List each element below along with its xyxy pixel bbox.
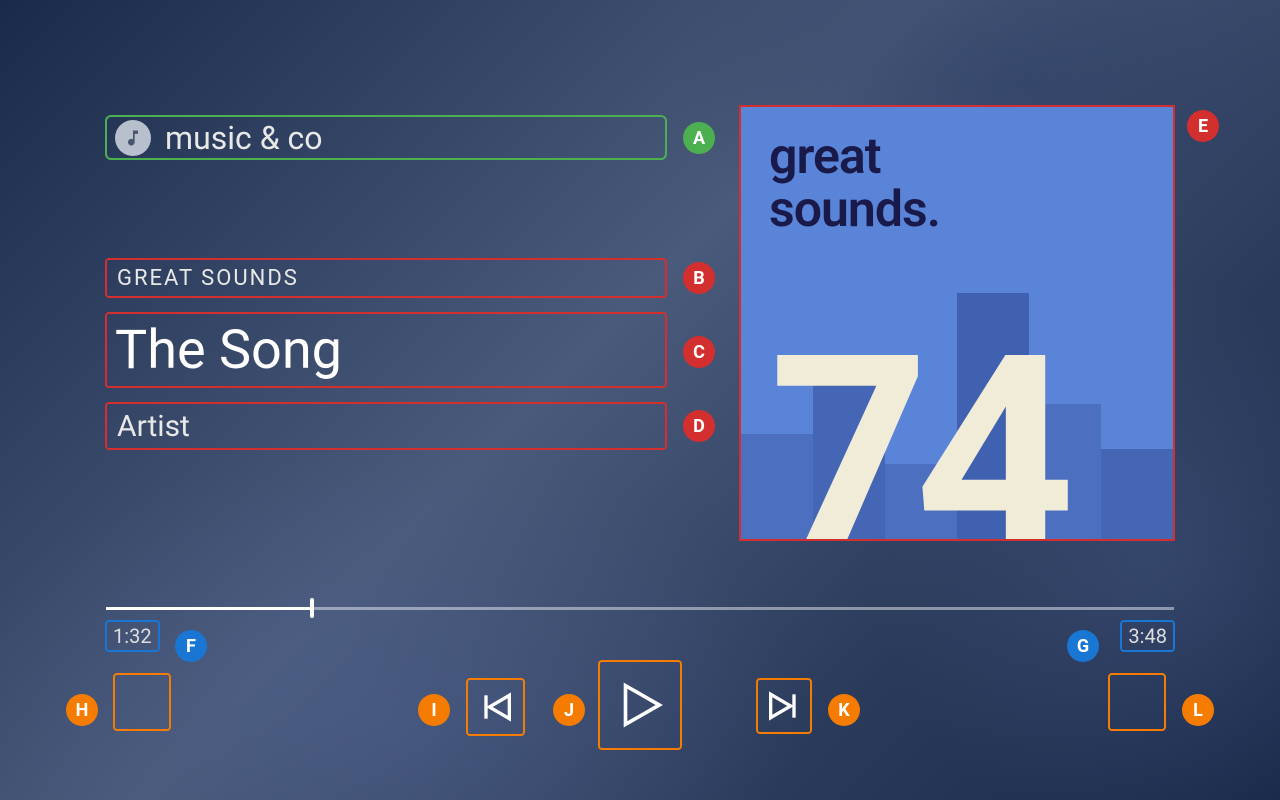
marker-f: F	[175, 630, 207, 662]
time-total: 3:48	[1120, 620, 1175, 652]
progress-fill	[106, 607, 312, 610]
marker-a: A	[683, 122, 715, 154]
album-art-title: greatsounds.	[769, 131, 940, 236]
time-elapsed: 1:32	[105, 620, 160, 652]
marker-g: G	[1067, 630, 1099, 662]
album-art-number: 74	[769, 319, 1163, 541]
marker-d: D	[683, 410, 715, 442]
album-label: Great Sounds	[105, 258, 667, 298]
play-button[interactable]	[598, 660, 682, 750]
play-icon	[611, 672, 669, 738]
progress-thumb[interactable]	[310, 598, 314, 618]
marker-e: E	[1187, 110, 1219, 142]
app-title: music & co	[165, 119, 323, 157]
marker-l: L	[1182, 694, 1214, 726]
shuffle-button[interactable]	[113, 673, 171, 731]
skip-previous-icon	[476, 687, 516, 727]
previous-track-button[interactable]	[466, 678, 525, 736]
song-title: The Song	[105, 312, 667, 388]
next-track-button[interactable]	[756, 678, 812, 734]
marker-h: H	[66, 694, 98, 726]
playback-progress[interactable]	[106, 600, 1174, 616]
app-header[interactable]: music & co	[105, 115, 667, 160]
marker-k: K	[828, 694, 860, 726]
marker-j: J	[553, 694, 585, 726]
marker-c: C	[683, 336, 715, 368]
artist-name: Artist	[105, 402, 667, 450]
music-note-icon	[115, 120, 151, 156]
repeat-button[interactable]	[1108, 673, 1166, 731]
skip-next-icon	[764, 686, 804, 726]
album-art[interactable]: greatsounds. 74	[739, 105, 1175, 541]
marker-i: I	[418, 694, 450, 726]
marker-b: B	[683, 262, 715, 294]
